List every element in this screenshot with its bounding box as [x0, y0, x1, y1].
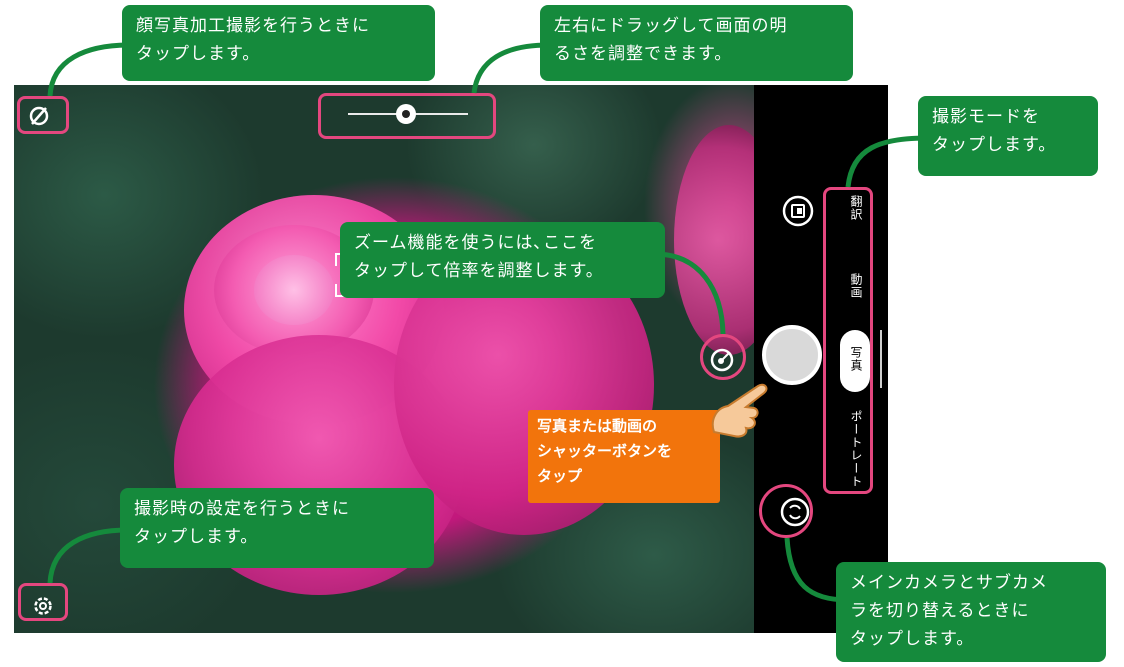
- callout-face-retouch-text: 顔写真加工撮影を行うときに タップします。: [136, 16, 370, 64]
- highlight-zoom: [700, 334, 746, 380]
- shutter-button[interactable]: [762, 325, 822, 385]
- callout-settings-text: 撮影時の設定を行うときに タップします。: [134, 499, 350, 547]
- callout-shooting-mode-text: 撮影モードを タップします。: [932, 107, 1057, 155]
- callout-zoom: ズーム機能を使うには､ここを タップして倍率を調整します。: [340, 222, 665, 298]
- callout-brightness-text: 左右にドラッグして画面の明 るさを調整できます。: [554, 16, 788, 64]
- pointing-hand-icon: [711, 383, 768, 438]
- mode-scroll-bar: [880, 330, 882, 388]
- highlight-brightness: [318, 93, 496, 139]
- gallery-button[interactable]: [782, 195, 814, 227]
- highlight-face-retouch: [17, 96, 69, 134]
- callout-brightness: 左右にドラッグして画面の明 るさを調整できます。: [540, 5, 853, 81]
- highlight-switch: [759, 484, 813, 538]
- callout-shutter-text: 写真または動画の シャッターボタンを タップ: [537, 417, 673, 485]
- highlight-mode-selector: [823, 187, 873, 494]
- callout-face-retouch: 顔写真加工撮影を行うときに タップします。: [122, 5, 435, 81]
- callout-switch-camera: メインカメラとサブカメ ラを切り替えるときに タップします。: [836, 562, 1106, 662]
- callout-settings: 撮影時の設定を行うときに タップします。: [120, 488, 434, 568]
- callout-zoom-text: ズーム機能を使うには､ここを タップして倍率を調整します。: [354, 233, 604, 281]
- gallery-thumbnail-icon: [782, 195, 814, 227]
- callout-shooting-mode: 撮影モードを タップします。: [918, 96, 1098, 176]
- callout-switch-camera-text: メインカメラとサブカメ ラを切り替えるときに タップします。: [850, 573, 1048, 649]
- callout-shutter: 写真または動画の シャッターボタンを タップ: [528, 410, 720, 503]
- highlight-settings: [18, 583, 68, 621]
